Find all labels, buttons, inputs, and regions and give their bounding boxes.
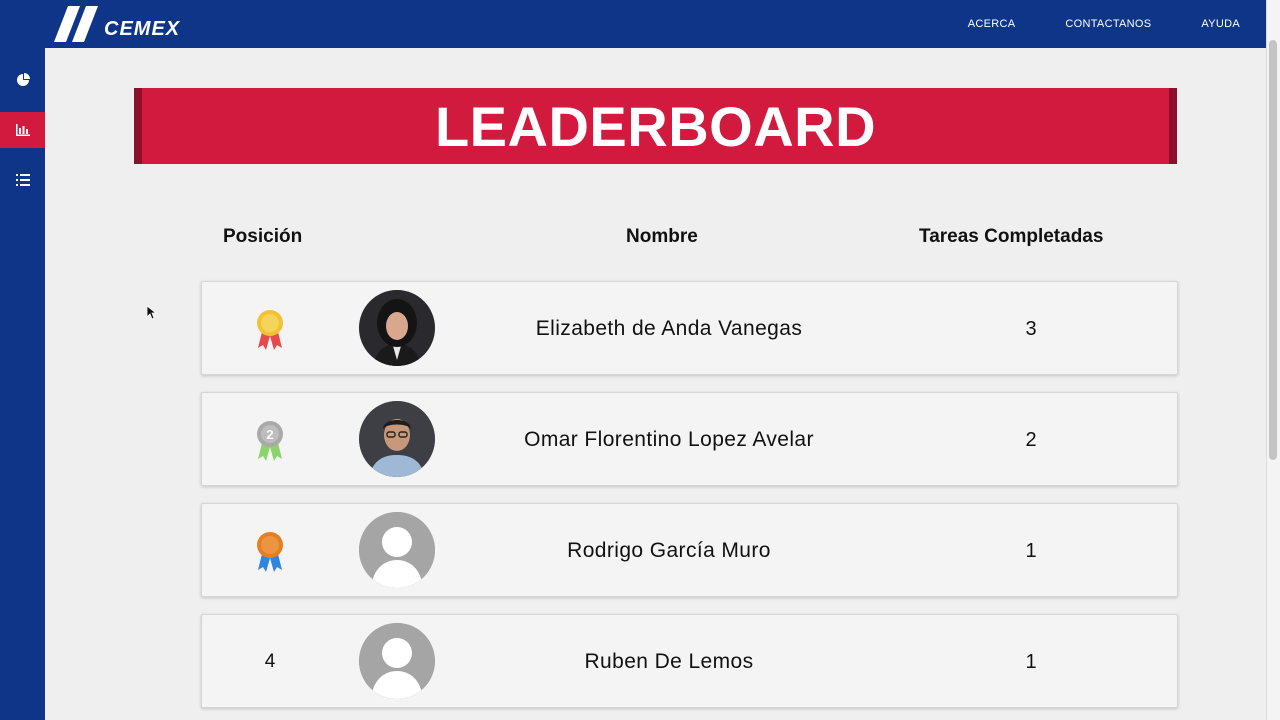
- sidebar-item-dashboard[interactable]: [0, 62, 45, 98]
- bronze-medal-icon: [252, 528, 288, 574]
- sidebar: [0, 48, 45, 720]
- page-title: LEADERBOARD: [434, 94, 877, 158]
- tasks-completed: 1: [1025, 650, 1037, 673]
- leaderboard-banner: LEADERBOARD: [134, 88, 1177, 164]
- sidebar-item-leaderboard[interactable]: [0, 112, 45, 148]
- sidebar-item-tasks[interactable]: [0, 162, 45, 198]
- page-scrollbar[interactable]: [1266, 0, 1280, 720]
- leaderboard-row: 4 Ruben De Lemos 1: [201, 614, 1178, 708]
- scrollbar-thumb[interactable]: [1269, 40, 1277, 460]
- position-number: 4: [264, 651, 276, 672]
- svg-text:2: 2: [266, 427, 273, 442]
- silver-medal-icon: 2: [252, 417, 288, 463]
- leaderboard-row: Elizabeth de Anda Vanegas 3: [201, 281, 1178, 375]
- player-name: Omar Florentino Lopez Avelar: [524, 428, 814, 451]
- column-header-name: Nombre: [626, 226, 698, 247]
- pie-chart-icon: [16, 73, 30, 86]
- column-header-position: Posición: [223, 226, 303, 247]
- top-navbar: CEMEX ACERCA CONTACTANOS AYUDA: [0, 0, 1266, 48]
- avatar: [359, 401, 435, 477]
- gold-medal-icon: [252, 306, 288, 352]
- player-name: Elizabeth de Anda Vanegas: [535, 317, 803, 340]
- tasks-completed: 3: [1025, 317, 1037, 340]
- avatar: [359, 623, 435, 699]
- cemex-logo-mark: [54, 6, 98, 42]
- nav-link-ayuda[interactable]: AYUDA: [1201, 18, 1240, 30]
- player-name: Ruben De Lemos: [584, 650, 754, 673]
- leaderboard-row: 2 Omar Florentino Lopez Avelar 2: [201, 392, 1178, 486]
- nav-link-acerca[interactable]: ACERCA: [968, 18, 1016, 30]
- column-header-tasks: Tareas Completadas: [919, 226, 1104, 247]
- top-nav-links: ACERCA CONTACTANOS AYUDA: [968, 0, 1240, 48]
- mouse-cursor-icon: [147, 306, 157, 320]
- cemex-logo[interactable]: CEMEX: [52, 6, 180, 42]
- avatar: [359, 512, 435, 588]
- bar-chart-icon: [15, 124, 30, 136]
- player-name: Rodrigo García Muro: [567, 539, 771, 562]
- tasks-completed: 2: [1025, 428, 1037, 451]
- nav-link-contactanos[interactable]: CONTACTANOS: [1065, 18, 1151, 30]
- tasks-completed: 1: [1025, 539, 1037, 562]
- list-icon: [15, 174, 30, 186]
- cemex-logo-text: CEMEX: [104, 17, 181, 40]
- leaderboard-row: Rodrigo García Muro 1: [201, 503, 1178, 597]
- avatar: [359, 290, 435, 366]
